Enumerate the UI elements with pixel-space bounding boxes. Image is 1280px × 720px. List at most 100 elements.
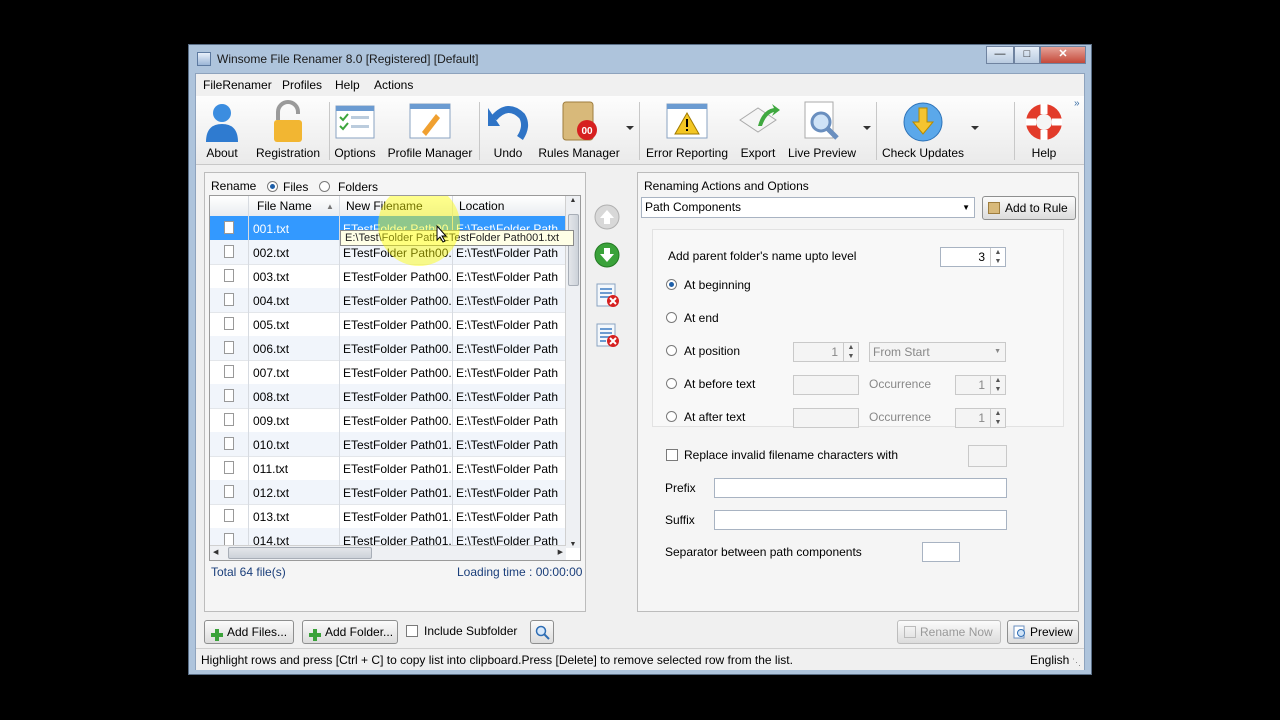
spinner-arrows-icon[interactable]: ▲ ▼ [990,248,1005,266]
files-radio[interactable] [267,181,278,192]
include-subfolder-checkbox[interactable] [406,625,418,637]
remove-all-icon[interactable] [594,322,620,348]
after-occurrence-spinner[interactable]: 1 ▲ ▼ [955,408,1006,428]
replace-invalid-checkbox[interactable] [666,449,678,461]
maximize-button[interactable]: □ [1014,46,1040,64]
close-button[interactable]: ✕ [1040,46,1086,64]
folders-radio[interactable] [319,181,330,192]
loading-time-label: Loading time : 00:00:00 [457,565,583,579]
menu-help[interactable]: Help [335,78,360,92]
action-select[interactable]: Path Components ▼ [641,197,975,218]
file-icon [224,389,234,402]
table-row[interactable]: 006.txt ETestFolder Path00... E:\Test\Fold… [210,336,566,361]
scroll-right-icon[interactable]: ▶ [558,548,563,556]
remove-selected-icon[interactable] [594,282,620,308]
check-updates-dropdown-icon[interactable] [971,126,979,130]
file-icon [224,437,234,450]
lock-icon [274,100,302,142]
check-updates-button[interactable]: Check Updates [882,98,964,162]
cell-file-name: 005.txt [253,318,290,332]
file-grid: File Name ▲ New Filename Location 001.tx… [209,195,581,561]
column-location[interactable]: Location [459,199,504,213]
add-folder-button[interactable]: Add Folder... [302,620,398,644]
parent-level-label: Add parent folder's name upto level [668,249,857,263]
rules-manager-dropdown-icon[interactable] [626,126,634,130]
registration-button[interactable]: Registration [248,98,328,162]
menu-actions[interactable]: Actions [374,78,413,92]
move-down-icon[interactable] [594,242,620,268]
scroll-down-icon[interactable]: ▼ [566,541,580,548]
menu-filerenamer[interactable]: FileRenamer [203,78,272,92]
horizontal-scrollbar[interactable]: ◀ ▶ [210,545,566,560]
table-row[interactable]: 012.txt ETestFolder Path01... E:\Test\Fold… [210,480,566,505]
rename-now-button[interactable]: Rename Now [897,620,1001,644]
vertical-scrollbar[interactable]: ▲ ▼ [565,196,580,548]
cell-location: E:\Test\Folder Path [456,366,559,380]
cell-file-name: 007.txt [253,366,290,380]
live-preview-dropdown-icon[interactable] [863,126,871,130]
toolbar-overflow-icon[interactable]: » [1074,98,1080,109]
replace-invalid-label: Replace invalid filename characters with [684,448,899,462]
minimize-button[interactable]: — [986,46,1014,64]
rule-icon [988,202,1000,214]
move-up-icon[interactable] [594,204,620,230]
at-before-text-radio[interactable] [666,378,677,389]
search-button[interactable] [530,620,554,644]
table-row[interactable]: 009.txt ETestFolder Path00... E:\Test\Fold… [210,408,566,433]
profile-manager-icon [409,103,451,139]
grid-divider [248,196,249,560]
live-preview-button[interactable]: Live Preview [788,98,856,162]
language-indicator[interactable]: English [1030,653,1069,667]
profile-manager-button[interactable]: Profile Manager [387,98,473,162]
column-new-filename[interactable]: New Filename [346,199,423,213]
rules-manager-button[interactable]: 00 Rules Manager [538,98,620,162]
add-to-rule-button[interactable]: Add to Rule [982,196,1076,220]
at-after-text-radio[interactable] [666,411,677,422]
replace-char-input[interactable] [968,445,1007,467]
after-text-input[interactable] [793,408,859,428]
table-row[interactable]: 013.txt ETestFolder Path01... E:\Test\Fold… [210,504,566,529]
position-spinner[interactable]: 1 ▲ ▼ [793,342,859,362]
help-button[interactable]: Help [1022,98,1066,162]
separator-input[interactable] [922,542,960,562]
table-row[interactable]: 004.txt ETestFolder Path00... E:\Test\Fold… [210,288,566,313]
suffix-input[interactable] [714,510,1007,530]
cell-location: E:\Test\Folder Path [456,486,559,500]
export-button[interactable]: Export [736,98,780,162]
column-file-name[interactable]: File Name [257,199,312,213]
at-beginning-radio[interactable] [666,279,677,290]
before-text-input[interactable] [793,375,859,395]
about-button[interactable]: About [200,98,244,162]
scroll-left-icon[interactable]: ◀ [213,548,218,556]
from-start-select[interactable]: From Start ▼ [869,342,1006,362]
error-reporting-button[interactable]: Error Reporting [645,98,729,162]
horizontal-scroll-thumb[interactable] [228,547,372,559]
table-row[interactable]: 007.txt ETestFolder Path00... E:\Test\Fold… [210,360,566,385]
vertical-scroll-thumb[interactable] [568,214,579,286]
window-title: Winsome File Renamer 8.0 [Registered] [D… [217,52,479,66]
cell-new-filename: ETestFolder Path00... [343,342,453,356]
options-button[interactable]: Options [333,98,377,162]
menu-profiles[interactable]: Profiles [282,78,322,92]
table-row[interactable]: 005.txt ETestFolder Path00... E:\Test\Fold… [210,312,566,337]
resize-grip-icon[interactable]: ⋱ [1072,657,1081,668]
prefix-input[interactable] [714,478,1007,498]
suffix-label: Suffix [665,513,695,527]
cell-location: E:\Test\Folder Path [456,462,559,476]
table-row[interactable]: 011.txt ETestFolder Path01... E:\Test\Fold… [210,456,566,481]
table-row[interactable]: 010.txt ETestFolder Path01... E:\Test\Fold… [210,432,566,457]
spinner-arrows-icon[interactable]: ▲ ▼ [843,343,858,361]
status-bar: Highlight rows and press [Ctrl + C] to c… [196,648,1084,670]
table-row[interactable]: 008.txt ETestFolder Path00... E:\Test\Fold… [210,384,566,409]
preview-button[interactable]: Preview [1007,620,1079,644]
at-end-radio[interactable] [666,312,677,323]
scroll-up-icon[interactable]: ▲ [566,197,580,204]
spinner-arrows-icon[interactable]: ▲ ▼ [990,376,1005,394]
before-occurrence-spinner[interactable]: 1 ▲ ▼ [955,375,1006,395]
spinner-arrows-icon[interactable]: ▲ ▼ [990,409,1005,427]
at-position-radio[interactable] [666,345,677,356]
add-files-button[interactable]: Add Files... [204,620,294,644]
undo-button[interactable]: Undo [486,98,530,162]
parent-level-spinner[interactable]: 3 ▲ ▼ [940,247,1006,267]
table-row[interactable]: 003.txt ETestFolder Path00... E:\Test\Fold… [210,264,566,289]
